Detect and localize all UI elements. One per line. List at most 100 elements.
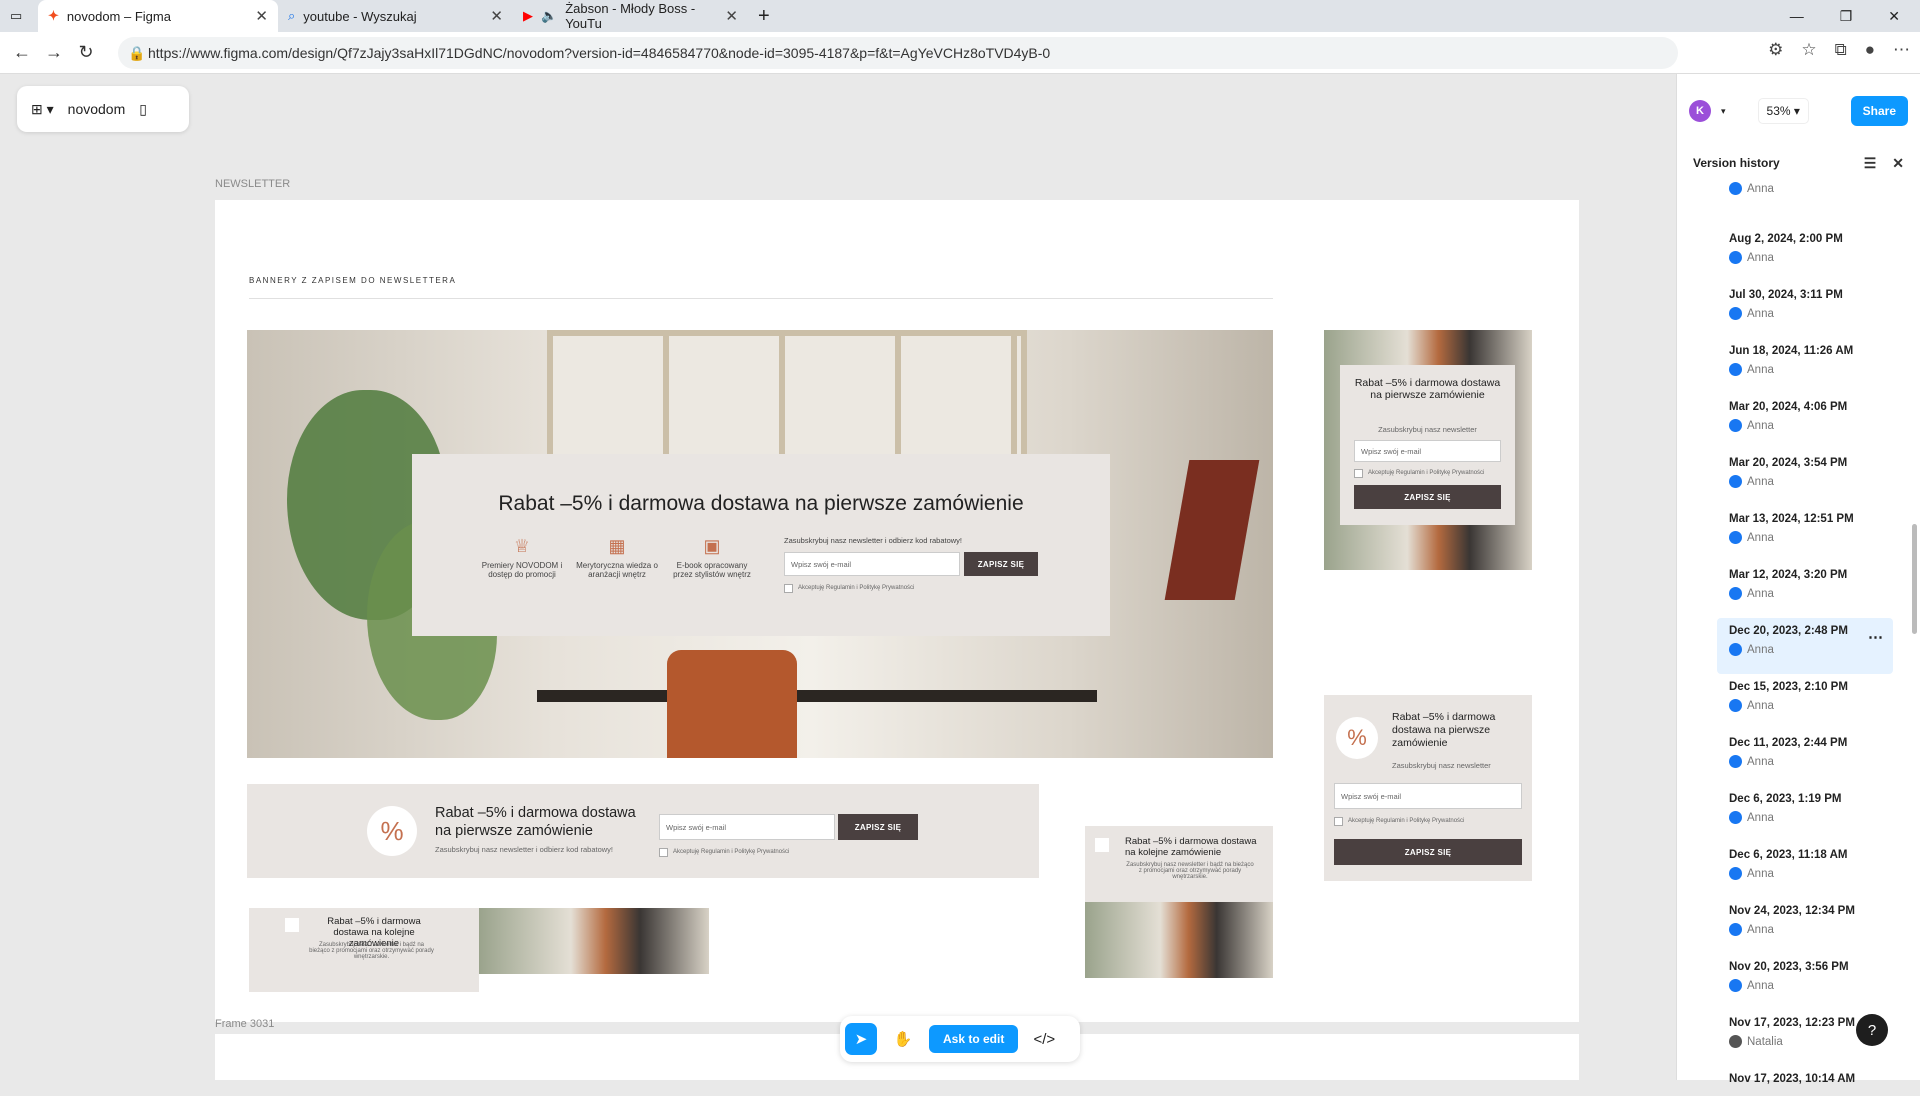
- subscribe-button[interactable]: ZAPISZ SIĘ: [838, 814, 918, 840]
- version-history-header: Version history ☰ ✕: [1677, 148, 1920, 178]
- close-icon[interactable]: ✕: [725, 7, 738, 25]
- more-icon[interactable]: ⋯: [1893, 40, 1910, 60]
- consent-checkbox[interactable]: [1354, 469, 1363, 478]
- version-entry[interactable]: Nov 20, 2023, 3:56 PM Anna: [1677, 954, 1909, 1010]
- newsletter-frame[interactable]: BANNERY Z ZAPISEM DO NEWSLETTERA Rabat –…: [215, 200, 1579, 1022]
- version-entry[interactable]: Nov 24, 2023, 12:34 PM Anna: [1677, 898, 1909, 954]
- frame-label: Frame 3031: [215, 1018, 275, 1030]
- version-entry[interactable]: Mar 20, 2024, 3:54 PM Anna: [1677, 450, 1909, 506]
- version-entry[interactable]: Dec 15, 2023, 2:10 PM Anna: [1677, 674, 1909, 730]
- tab-youtube-video[interactable]: ▶ 🔈 Żabson - Młody Boss - YouTu ✕: [513, 0, 748, 32]
- version-entry[interactable]: Mar 20, 2024, 4:06 PM Anna: [1677, 394, 1909, 450]
- modal-title: Rabat –5% i darmowa dostawa na pierwsze …: [498, 492, 1024, 515]
- extensions-icon[interactable]: ⚙: [1768, 40, 1783, 60]
- email-input[interactable]: Wpisz swój e-mail: [784, 552, 960, 576]
- sidebar-toggle-icon[interactable]: ▯: [139, 101, 147, 118]
- email-input[interactable]: Wpisz swój e-mail: [1354, 440, 1501, 462]
- chevron-down-icon[interactable]: ▾: [1721, 106, 1726, 117]
- feature-item: ▣ E-book opracowany przez stylistów wnętr…: [667, 536, 757, 579]
- new-tab-button[interactable]: +: [748, 0, 788, 32]
- dev-mode-icon[interactable]: </>: [1028, 1023, 1060, 1055]
- bottom-toolbar: ➤ ✋ Ask to edit </>: [840, 1016, 1080, 1062]
- section-label: NEWSLETTER: [215, 178, 291, 190]
- avatar[interactable]: K: [1689, 100, 1711, 122]
- consent-text: Akceptuję Regulamin i Politykę Prywatnoś…: [1348, 818, 1465, 824]
- card-note: Zasubskrybuj nasz newsletter: [1392, 761, 1491, 770]
- share-button[interactable]: Share: [1850, 96, 1908, 126]
- consent-checkbox[interactable]: [659, 848, 668, 857]
- back-icon[interactable]: ←: [6, 42, 38, 63]
- figma-canvas[interactable]: ⊞ ▾ novodom ▯ NEWSLETTER BANNERY Z ZAPIS…: [0, 74, 1920, 1080]
- version-history-panel: K ▾ 53% ▾ Share Version history ☰ ✕ Anna…: [1676, 74, 1920, 1085]
- lock-icon: 🔒: [128, 44, 146, 61]
- subscribe-button[interactable]: ZAPISZ SIĘ: [1334, 839, 1522, 865]
- version-entry[interactable]: Dec 6, 2023, 1:19 PM Anna: [1677, 786, 1909, 842]
- filter-icon[interactable]: ☰: [1864, 155, 1877, 172]
- version-entry[interactable]: Anna: [1677, 182, 1909, 226]
- scrollbar[interactable]: [1912, 524, 1917, 634]
- figma-icon: ✦: [48, 8, 59, 23]
- close-icon[interactable]: ✕: [1892, 155, 1904, 172]
- user-avatar-icon: [1729, 923, 1742, 936]
- version-entry[interactable]: Dec 6, 2023, 11:18 AM Anna: [1677, 842, 1909, 898]
- email-input[interactable]: Wpisz swój e-mail: [1334, 783, 1522, 809]
- card-title: Rabat –5% i darmowa dostawa na kolejne z…: [1125, 836, 1257, 858]
- version-entry[interactable]: Mar 13, 2024, 12:51 PM Anna: [1677, 506, 1909, 562]
- consent-checkbox[interactable]: [1334, 817, 1343, 826]
- close-window-icon[interactable]: ✕: [1888, 8, 1900, 25]
- profile-icon[interactable]: ●: [1865, 40, 1875, 60]
- version-list[interactable]: Anna Aug 2, 2024, 2:00 PM Anna Jul 30, 20…: [1677, 176, 1909, 1096]
- more-options-icon[interactable]: ⋯: [1868, 628, 1883, 646]
- speaker-icon[interactable]: 🔈: [541, 8, 557, 24]
- forward-icon[interactable]: →: [38, 42, 70, 63]
- reload-icon[interactable]: ↻: [70, 42, 102, 63]
- collections-icon[interactable]: ⧉: [1835, 40, 1847, 60]
- help-icon[interactable]: ?: [1856, 1014, 1888, 1046]
- tab-youtube-search[interactable]: ⌕ youtube - Wyszukaj ✕: [278, 0, 513, 32]
- divider: [249, 298, 1273, 299]
- version-entry[interactable]: Mar 12, 2024, 3:20 PM Anna: [1677, 562, 1909, 618]
- version-entry[interactable]: Jun 18, 2024, 11:26 AM Anna: [1677, 338, 1909, 394]
- version-entry-selected[interactable]: Dec 20, 2023, 2:48 PM Anna ⋯: [1717, 618, 1893, 674]
- user-avatar-icon: [1729, 811, 1742, 824]
- minimize-icon[interactable]: —: [1790, 8, 1804, 25]
- tab-title: Żabson - Młody Boss - YouTu: [565, 1, 696, 31]
- interior-photo: [479, 908, 709, 974]
- panel-header: K ▾ 53% ▾ Share: [1677, 74, 1920, 148]
- version-entry[interactable]: Dec 11, 2023, 2:44 PM Anna: [1677, 730, 1909, 786]
- window-controls: — ❐ ✕: [1790, 8, 1920, 25]
- version-entry[interactable]: Jul 30, 2024, 3:11 PM Anna: [1677, 282, 1909, 338]
- panel-title: Version history: [1693, 156, 1780, 170]
- newsletter-card-percent: % Rabat –5% i darmowa dostawa na pierwsz…: [1324, 695, 1532, 881]
- version-entry[interactable]: Nov 17, 2023, 10:14 AM: [1677, 1066, 1909, 1096]
- card-icon: [1095, 838, 1109, 852]
- browser-toolbar-icons: ⚙ ☆ ⧉ ● ⋯: [1768, 40, 1910, 60]
- zoom-control[interactable]: 53% ▾: [1757, 98, 1809, 124]
- move-tool-icon[interactable]: ➤: [845, 1023, 877, 1055]
- feature-item: ▦ Merytoryczna wiedza o aranżacji wnętrz: [572, 536, 662, 579]
- subscribe-button[interactable]: ZAPISZ SIĘ: [964, 552, 1038, 576]
- restore-icon[interactable]: ❐: [1840, 8, 1853, 25]
- desk-image: [537, 690, 1097, 702]
- frame-heading: BANNERY Z ZAPISEM DO NEWSLETTERA: [249, 276, 457, 285]
- tab-actions-icon[interactable]: ▭: [0, 0, 38, 32]
- subscribe-button[interactable]: ZAPISZ SIĘ: [1354, 485, 1501, 509]
- search-icon: ⌕: [288, 8, 296, 23]
- favorites-icon[interactable]: ☆: [1801, 40, 1816, 60]
- consent-checkbox[interactable]: [784, 584, 793, 593]
- user-avatar-icon: [1729, 251, 1742, 264]
- tab-figma[interactable]: ✦ novodom – Figma ✕: [38, 0, 278, 32]
- hand-tool-icon[interactable]: ✋: [887, 1023, 919, 1055]
- close-icon[interactable]: ✕: [490, 7, 503, 25]
- ask-to-edit-button[interactable]: Ask to edit: [929, 1025, 1019, 1053]
- user-avatar-icon: [1729, 755, 1742, 768]
- file-card: ⊞ ▾ novodom ▯: [17, 86, 189, 132]
- url-field[interactable]: 🔒 https://www.figma.com/design/Qf7zJajy3…: [118, 37, 1678, 69]
- version-entry[interactable]: Aug 2, 2024, 2:00 PM Anna: [1677, 226, 1909, 282]
- figma-menu-icon[interactable]: ⊞ ▾: [31, 101, 54, 118]
- email-input[interactable]: Wpisz swój e-mail: [659, 814, 835, 840]
- banner-note: Zasubskrybuj nasz newsletter i odbierz k…: [435, 845, 614, 854]
- user-avatar-icon: [1729, 475, 1742, 488]
- file-name[interactable]: novodom: [68, 101, 126, 117]
- close-icon[interactable]: ✕: [255, 7, 268, 25]
